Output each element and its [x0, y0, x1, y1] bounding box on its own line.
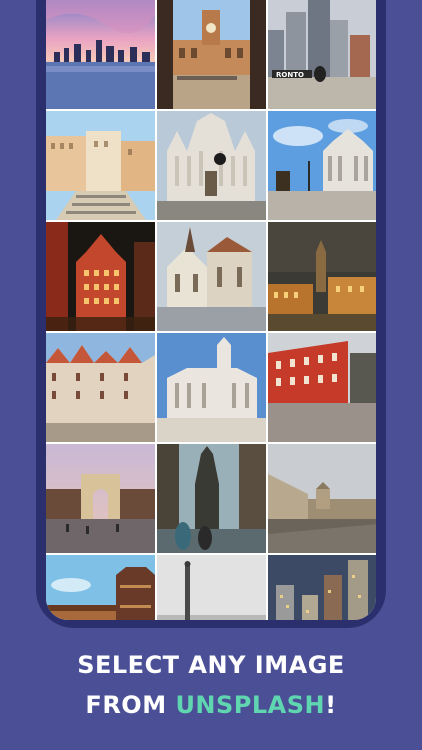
svg-text:RONTO: RONTO [276, 71, 304, 79]
photo-milan-cathedral[interactable] [157, 111, 266, 220]
photo-city-towers-dusk[interactable] [268, 555, 376, 620]
photo-city-skyscrapers[interactable]: RONTO [268, 0, 376, 109]
photo-gothic-church[interactable] [157, 222, 266, 331]
photo-night-street[interactable] [46, 222, 155, 331]
photo-gothic-spire-street[interactable] [157, 444, 266, 553]
photo-red-building[interactable] [268, 333, 376, 442]
image-grid: RONTO [46, 0, 376, 620]
caption-from-text: FROM [85, 691, 176, 719]
photo-triumphal-arch[interactable] [46, 444, 155, 553]
unsplash-highlight: UNSPLASH [175, 691, 326, 719]
photo-night-old-town[interactable] [268, 222, 376, 331]
promo-caption-line1: SELECT ANY IMAGE [77, 651, 345, 679]
photo-column-monument[interactable] [157, 555, 266, 620]
photo-palace-courtyard[interactable] [268, 444, 376, 553]
photo-timbered-houses[interactable] [46, 333, 155, 442]
phone-screen: RONTO [46, 0, 376, 620]
photo-spanish-steps[interactable] [46, 111, 155, 220]
photo-city-sunset-skyline[interactable] [46, 0, 155, 109]
photo-baroque-cathedral[interactable] [157, 333, 266, 442]
promo-caption-line2: FROM UNSPLASH! [0, 686, 422, 724]
caption-exclamation: ! [325, 691, 337, 719]
photo-pagoda-building[interactable] [46, 555, 155, 620]
photo-parliament-building[interactable] [268, 111, 376, 220]
photo-clock-tower-square[interactable] [157, 0, 266, 109]
